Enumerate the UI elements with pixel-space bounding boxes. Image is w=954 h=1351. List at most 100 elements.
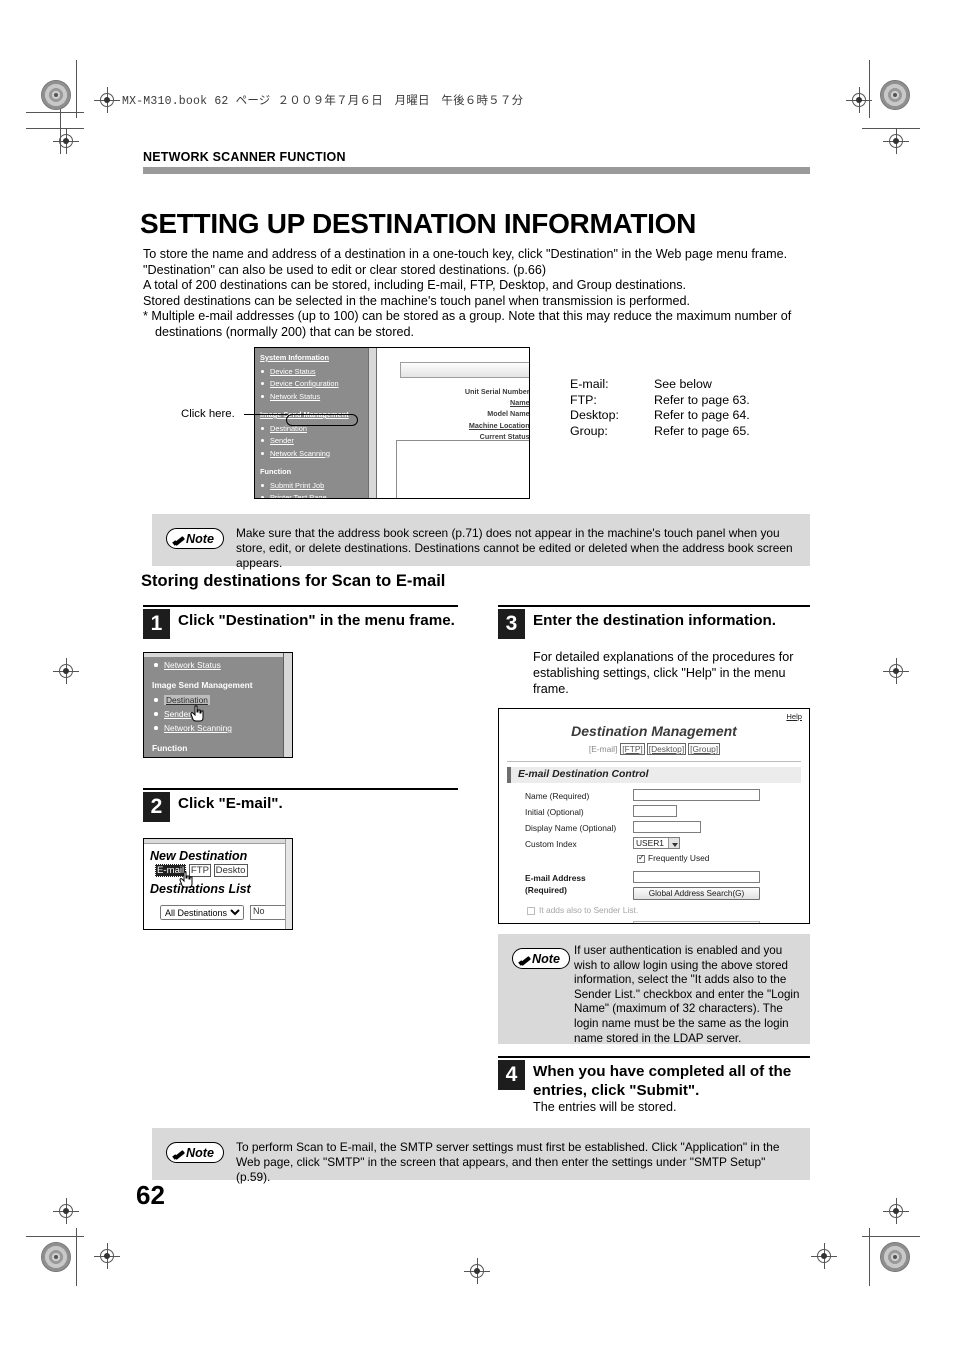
figure-menu-scrollbar[interactable] bbox=[283, 653, 292, 757]
menu-item-label: Submit Print Job bbox=[270, 480, 325, 490]
field-label-initial: Initial (Optional) bbox=[525, 807, 584, 817]
tab-group[interactable]: [Group] bbox=[688, 743, 721, 755]
tab-desktop[interactable]: [Desktop] bbox=[646, 743, 687, 755]
click-here-leader-line bbox=[244, 414, 288, 416]
menu-item-device-status[interactable]: Device Status bbox=[259, 366, 368, 378]
ref-key: E-mail: bbox=[570, 377, 609, 391]
tab-ftp[interactable]: [FTP] bbox=[620, 743, 645, 755]
menu-item-network-status[interactable]: Network Status bbox=[259, 391, 368, 403]
custom-index-value: USER1 bbox=[636, 838, 664, 848]
menu-item-label: Printer Test Page bbox=[270, 493, 327, 499]
custom-index-select[interactable]: USER1 bbox=[633, 837, 680, 849]
destinations-list-title: Destinations List bbox=[150, 882, 251, 896]
display-name-input[interactable] bbox=[633, 821, 701, 833]
figure-destination-management: Help Destination Management [E-mail] [FTP… bbox=[498, 708, 810, 924]
sender-list-checkbox[interactable] bbox=[527, 907, 535, 915]
note-body-text: To perform Scan to E-mail, the SMTP serv… bbox=[236, 1140, 780, 1184]
global-address-search-button[interactable]: Global Address Search(G) bbox=[633, 887, 760, 900]
table-row: Desktop: Refer to page 64. bbox=[570, 408, 750, 424]
step-body: For detailed explanations of the procedu… bbox=[533, 650, 794, 696]
menu-item-sender[interactable]: Sender bbox=[259, 435, 368, 447]
intro-line-3: A total of 200 destinations can be store… bbox=[143, 278, 687, 293]
menu-item-label: Network Status bbox=[164, 660, 221, 670]
book-info-header: MX-M310.book 62 ページ ２００９年７月６日 月曜日 午後６時５７… bbox=[122, 95, 524, 108]
note-body-text: Make sure that the address book screen (… bbox=[236, 526, 793, 570]
menu-item-device-configuration[interactable]: Device Configuration bbox=[259, 378, 368, 390]
step-2: 2 Click "E-mail". bbox=[143, 788, 458, 830]
menu-group-function: Function bbox=[260, 467, 292, 476]
crop-line-top-left-h bbox=[26, 112, 84, 113]
crop-line-bottom-right-h bbox=[862, 1236, 920, 1237]
step-3: 3 Enter the destination information. For… bbox=[498, 605, 810, 700]
section-heading: Storing destinations for Scan to E-mail bbox=[141, 572, 446, 590]
menu-item-network-scanning[interactable]: Network Scanning bbox=[259, 448, 368, 460]
figure-newdest-topband bbox=[144, 839, 292, 844]
figure-webpage-screenshot: System Information Device Status Device … bbox=[254, 347, 530, 499]
ref-value: See below bbox=[654, 377, 712, 391]
table-row: E-mail: See below bbox=[570, 377, 750, 393]
label-model-name: Model Name: bbox=[487, 409, 530, 419]
menu-item-destination[interactable]: Destination bbox=[152, 693, 292, 707]
step-heading: Click "Destination" in the menu frame. bbox=[178, 612, 455, 629]
chevron-down-icon[interactable] bbox=[668, 838, 679, 848]
step-4: 4 When you have completed all of the ent… bbox=[498, 1056, 810, 1118]
menu-item-label: Destination bbox=[164, 695, 210, 705]
intro-paragraph: To store the name and address of a desti… bbox=[143, 247, 815, 341]
initial-input[interactable] bbox=[633, 805, 677, 817]
note-badge: Note bbox=[166, 528, 224, 549]
menu-group-image-send-management: Image Send Management bbox=[152, 680, 253, 690]
step-number: 3 bbox=[498, 609, 525, 639]
intro-line-5: * Multiple e-mail addresses (up to 100) … bbox=[143, 309, 792, 339]
tab-email[interactable]: [E-mail] bbox=[588, 744, 618, 754]
login-name-input[interactable] bbox=[633, 921, 760, 923]
link-ftp[interactable]: FTP bbox=[188, 864, 211, 877]
menu-item-label: Network Scanning bbox=[164, 723, 232, 733]
label-machine-location: Machine Location: bbox=[468, 420, 530, 430]
email-address-input[interactable] bbox=[633, 871, 760, 883]
destination-management-title: Destination Management bbox=[571, 723, 737, 739]
ref-value: Refer to page 65. bbox=[654, 423, 750, 438]
ref-value: Refer to page 63. bbox=[654, 392, 750, 407]
destinations-filter-select[interactable]: All Destinations bbox=[160, 905, 244, 920]
link-desktop[interactable]: Deskto bbox=[213, 864, 248, 877]
step-rule bbox=[498, 605, 810, 608]
destinations-secondary-select[interactable]: No bbox=[250, 905, 290, 920]
click-here-label: Click here. bbox=[181, 408, 235, 420]
field-label-display-name: Display Name (Optional) bbox=[525, 823, 617, 833]
registration-target-left-middle bbox=[53, 658, 79, 684]
step-number: 4 bbox=[498, 1060, 525, 1090]
figure-newdest-scrollbar[interactable] bbox=[285, 839, 292, 929]
sender-list-label: It adds also to Sender List. bbox=[539, 905, 639, 915]
registration-target-bottom-left bbox=[94, 1243, 120, 1269]
frequently-used-label: Frequently Used bbox=[648, 853, 710, 863]
menu-item-submit-print-job[interactable]: Submit Print Job bbox=[259, 480, 368, 492]
menu-item-network-scanning[interactable]: Network Scanning bbox=[152, 721, 292, 735]
registration-rosette-bottom-left bbox=[41, 1242, 71, 1272]
menu-item-network-status[interactable]: Network Status bbox=[152, 658, 292, 672]
crop-line-bottom-left-h bbox=[26, 1236, 84, 1237]
help-link[interactable]: Help bbox=[786, 712, 802, 721]
note-box-bottom: Note To perform Scan to E-mail, the SMTP… bbox=[152, 1128, 810, 1184]
pencil-icon bbox=[173, 533, 185, 545]
field-label-custom-index: Custom Index bbox=[525, 839, 577, 849]
step-1: 1 Click "Destination" in the menu frame. bbox=[143, 605, 458, 651]
intro-line-2: "Destination" can also be used to edit o… bbox=[143, 262, 547, 277]
menu-item-printer-test-page[interactable]: Printer Test Page bbox=[259, 492, 368, 499]
name-input[interactable] bbox=[633, 789, 760, 801]
ref-key: Group: bbox=[570, 423, 608, 438]
menu-list-image-send-management: Destination Sender Network Scanning bbox=[259, 423, 368, 460]
step-heading: Enter the destination information. bbox=[533, 612, 777, 629]
step-rule bbox=[143, 605, 458, 608]
figure-menu-inner: Network Status Image Send Management Des… bbox=[144, 653, 292, 755]
header-rule bbox=[143, 167, 810, 174]
webpage-scrollbar[interactable] bbox=[368, 348, 377, 498]
link-email[interactable]: E-mail bbox=[155, 864, 187, 877]
menu-item-sender[interactable]: Sender bbox=[152, 707, 292, 721]
step-rule bbox=[143, 788, 458, 791]
frequently-used-checkbox[interactable] bbox=[637, 853, 645, 863]
note-badge: Note bbox=[166, 1142, 224, 1163]
figure-menu-list: Destination Sender Network Scanning bbox=[152, 693, 292, 735]
menu-item-label: Device Configuration bbox=[270, 379, 339, 388]
label-name: Name: bbox=[510, 398, 530, 408]
intro-line-4: Stored destinations can be selected in t… bbox=[143, 293, 691, 308]
